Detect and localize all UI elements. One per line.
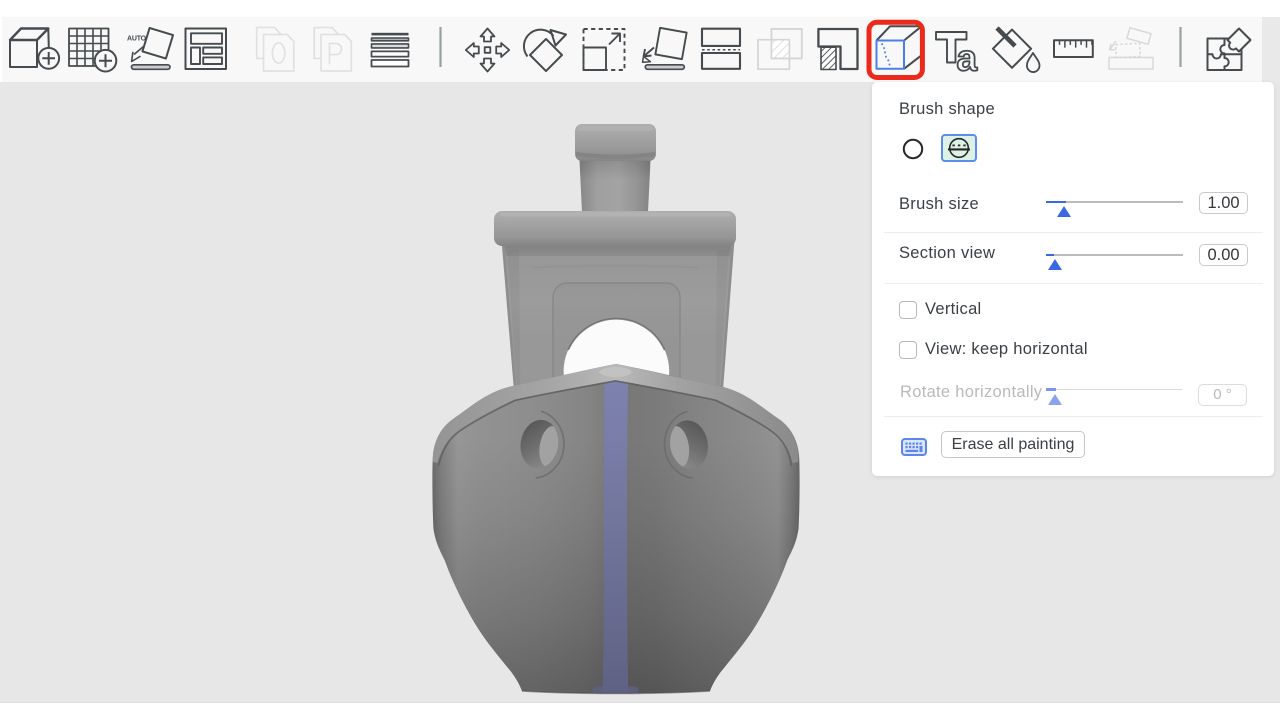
svg-text:a: a [957, 38, 978, 79]
svg-text:AUTO: AUTO [127, 36, 147, 43]
